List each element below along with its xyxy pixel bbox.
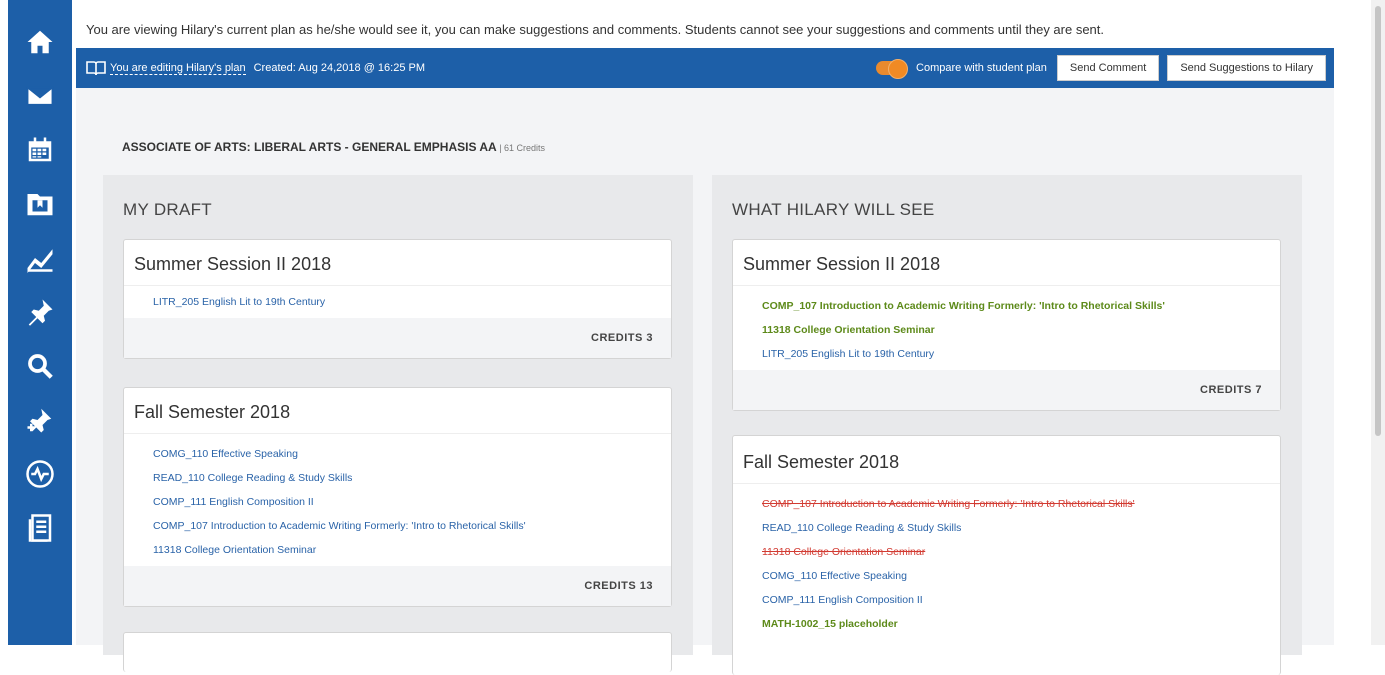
pin-add-icon (27, 408, 52, 433)
toggle-knob (888, 59, 909, 79)
term-card: Fall Semester 2018 COMG_110 Effective Sp… (123, 387, 672, 607)
home-icon (27, 30, 53, 54)
term-title: Summer Session II 2018 (733, 240, 1280, 286)
search-icon (28, 354, 53, 379)
editing-plan-link[interactable]: You are editing Hilary's plan (110, 62, 246, 75)
nav-pin[interactable] (22, 294, 58, 330)
term-card (123, 632, 672, 672)
plan-content: ASSOCIATE OF ARTS: LIBERAL ARTS - GENERA… (76, 88, 1334, 675)
created-timestamp: Created: Aug 24,2018 @ 16:25 PM (253, 62, 426, 74)
view-notice: You are viewing Hilary's current plan as… (86, 22, 1105, 37)
course-link-removed[interactable]: COMP_107 Introduction to Academic Writin… (733, 492, 1280, 516)
course-link[interactable]: READ_110 College Reading & Study Skills (733, 516, 1280, 540)
term-title: Summer Session II 2018 (124, 240, 671, 286)
nav-document[interactable] (22, 510, 58, 546)
sidebar (8, 0, 72, 645)
term-card: Summer Session II 2018 COMP_107 Introduc… (732, 239, 1281, 411)
compare-toggle[interactable] (876, 59, 909, 79)
course-list: COMG_110 Effective Speaking READ_110 Col… (124, 434, 671, 566)
course-link[interactable]: COMP_111 English Composition II (733, 588, 1280, 612)
nav-calendar[interactable] (22, 132, 58, 168)
nav-mail[interactable] (22, 78, 58, 114)
page-scrollbar[interactable] (1371, 0, 1385, 645)
calendar-icon (28, 137, 52, 162)
chart-icon (27, 249, 53, 273)
course-link[interactable]: LITR_205 English Lit to 19th Century (124, 290, 671, 314)
preview-title: WHAT HILARY WILL SEE (732, 200, 935, 219)
nav-folder[interactable] (22, 186, 58, 222)
send-suggestions-button[interactable]: Send Suggestions to Hilary (1167, 55, 1326, 81)
term-credits: CREDITS 13 (124, 566, 671, 606)
mail-icon (26, 86, 54, 106)
pin-icon (28, 299, 53, 326)
course-list: COMP_107 Introduction to Academic Writin… (733, 484, 1280, 640)
term-title: Fall Semester 2018 (124, 388, 671, 434)
course-link-added[interactable]: COMP_107 Introduction to Academic Writin… (733, 294, 1280, 318)
compare-label: Compare with student plan (916, 62, 1047, 74)
course-list: COMP_107 Introduction to Academic Writin… (733, 286, 1280, 370)
edit-bar: You are editing Hilary's plan Created: A… (76, 48, 1334, 88)
my-draft-column: MY DRAFT Summer Session II 2018 LITR_205… (103, 175, 693, 672)
nav-pulse[interactable] (22, 456, 58, 492)
program-credits: | 61 Credits (496, 143, 546, 153)
folder-icon (27, 194, 53, 216)
course-link-added[interactable]: 11318 College Orientation Seminar (733, 318, 1280, 342)
preview-column: WHAT HILARY WILL SEE Summer Session II 2… (712, 175, 1302, 675)
send-comment-button[interactable]: Send Comment (1056, 55, 1160, 81)
course-link[interactable]: COMP_111 English Composition II (124, 490, 671, 514)
term-card: Summer Session II 2018 LITR_205 English … (123, 239, 672, 359)
course-link-removed[interactable]: 11318 College Orientation Seminar (733, 540, 1280, 564)
term-title: Fall Semester 2018 (733, 436, 1280, 484)
nav-pin-add[interactable] (22, 402, 58, 438)
course-link[interactable]: COMG_110 Effective Speaking (733, 564, 1280, 588)
my-draft-title: MY DRAFT (123, 200, 212, 219)
nav-search[interactable] (22, 348, 58, 384)
scrollbar-thumb[interactable] (1375, 6, 1381, 436)
program-name: ASSOCIATE OF ARTS: LIBERAL ARTS - GENERA… (122, 140, 497, 154)
document-icon (28, 514, 52, 542)
program-title: ASSOCIATE OF ARTS: LIBERAL ARTS - GENERA… (122, 140, 545, 154)
pulse-icon (26, 460, 54, 488)
course-link[interactable]: LITR_205 English Lit to 19th Century (733, 342, 1280, 366)
nav-home[interactable] (22, 24, 58, 60)
term-card: Fall Semester 2018 COMP_107 Introduction… (732, 435, 1281, 675)
course-link[interactable]: 11318 College Orientation Seminar (124, 538, 671, 562)
nav-chart[interactable] (22, 240, 58, 276)
course-link-added[interactable]: MATH-1002_15 placeholder (733, 612, 1280, 636)
book-icon (86, 60, 106, 76)
course-link[interactable]: READ_110 College Reading & Study Skills (124, 466, 671, 490)
course-link[interactable]: COMG_110 Effective Speaking (124, 442, 671, 466)
term-credits: CREDITS 7 (733, 370, 1280, 410)
course-list: LITR_205 English Lit to 19th Century (124, 286, 671, 318)
term-credits: CREDITS 3 (124, 318, 671, 358)
course-link[interactable]: COMP_107 Introduction to Academic Writin… (124, 514, 671, 538)
